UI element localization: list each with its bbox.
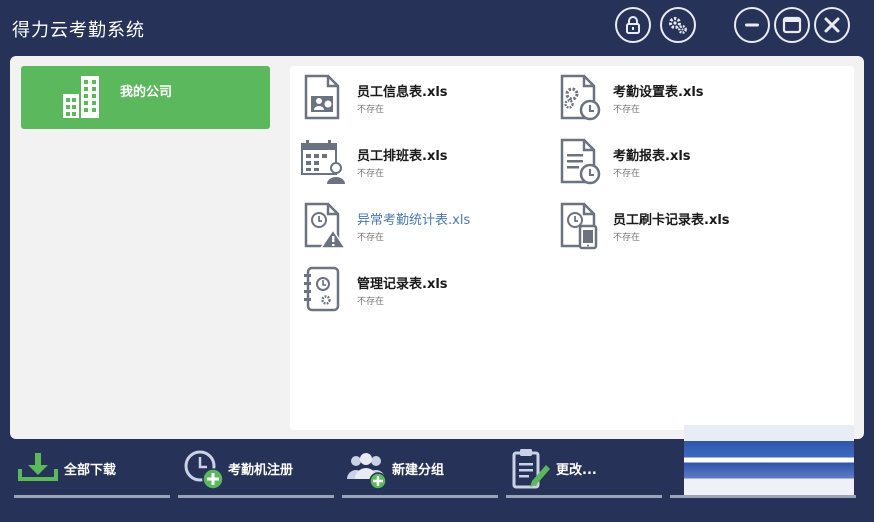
file-status: 不存在 xyxy=(357,105,385,115)
edit-button[interactable]: 更改... xyxy=(506,443,662,498)
card-record-icon xyxy=(560,202,598,250)
file-name: 异常考勤统计表.xls xyxy=(357,213,471,228)
file-name: 员工排班表.xls xyxy=(357,149,448,164)
maximize-icon xyxy=(782,16,802,34)
file-status: 不存在 xyxy=(357,297,385,307)
file-status: 不存在 xyxy=(613,233,641,243)
file-item-schedule[interactable]: 员工排班表.xls 不存在 xyxy=(300,136,540,188)
buildings-icon xyxy=(63,76,99,118)
download-icon xyxy=(18,453,58,481)
file-name: 考勤设置表.xls xyxy=(613,85,704,100)
register-device-label: 考勤机注册 xyxy=(228,463,294,478)
new-group-label: 新建分组 xyxy=(392,463,445,478)
employee-info-icon xyxy=(304,74,340,120)
download-all-button[interactable]: 全部下载 xyxy=(14,443,170,498)
file-status: 不存在 xyxy=(357,169,385,179)
abnormal-attendance-icon xyxy=(304,202,347,249)
download-all-label: 全部下载 xyxy=(64,463,117,478)
minimize-button[interactable] xyxy=(734,7,770,43)
file-item-management-record[interactable]: 管理记录表.xls 不存在 xyxy=(300,264,540,316)
file-item-card-record[interactable]: 员工刷卡记录表.xls 不存在 xyxy=(556,200,796,252)
minus-icon xyxy=(745,23,759,27)
file-list: 员工信息表.xls 不存在 考勤设置表.xls 不存在 员工排班表.xls 不存… xyxy=(290,66,854,430)
file-item-employee-info[interactable]: 员工信息表.xls 不存在 xyxy=(300,72,540,124)
attendance-settings-icon xyxy=(560,74,601,121)
gear-icon xyxy=(669,17,687,34)
file-status: 不存在 xyxy=(613,169,641,179)
management-record-icon xyxy=(304,266,340,312)
close-button[interactable] xyxy=(814,7,850,43)
file-item-abnormal-attendance[interactable]: 异常考勤统计表.xls 不存在 xyxy=(300,200,540,252)
close-icon xyxy=(824,17,840,33)
file-item-attendance-settings[interactable]: 考勤设置表.xls 不存在 xyxy=(556,72,796,124)
file-item-attendance-report[interactable]: 考勤报表.xls 不存在 xyxy=(556,136,796,188)
sidebar-item-company[interactable]: 我的公司 xyxy=(21,66,270,129)
file-name: 考勤报表.xls xyxy=(613,149,691,164)
title-bar: 得力云考勤系统 xyxy=(0,0,874,56)
group-add-icon xyxy=(347,453,387,490)
register-device-button[interactable]: 考勤机注册 xyxy=(178,443,334,498)
maximize-button[interactable] xyxy=(774,7,810,43)
new-group-button[interactable]: 新建分组 xyxy=(342,443,498,498)
file-name: 员工信息表.xls xyxy=(357,85,448,100)
lock-button[interactable] xyxy=(615,7,651,43)
edit-label: 更改... xyxy=(556,463,597,478)
app-title: 得力云考勤系统 xyxy=(12,20,145,41)
company-label: 我的公司 xyxy=(120,85,173,100)
attendance-report-icon xyxy=(560,138,601,185)
toolbar-underline xyxy=(670,495,856,498)
file-name: 员工刷卡记录表.xls xyxy=(613,213,730,228)
file-name: 管理记录表.xls xyxy=(357,277,448,292)
edit-clipboard-icon xyxy=(512,449,550,489)
file-status: 不存在 xyxy=(357,233,385,243)
lock-icon xyxy=(626,16,640,34)
clock-add-icon xyxy=(184,450,224,490)
obscured-region xyxy=(684,425,854,497)
settings-button[interactable] xyxy=(660,7,696,43)
file-status: 不存在 xyxy=(613,105,641,115)
schedule-icon xyxy=(301,140,345,184)
